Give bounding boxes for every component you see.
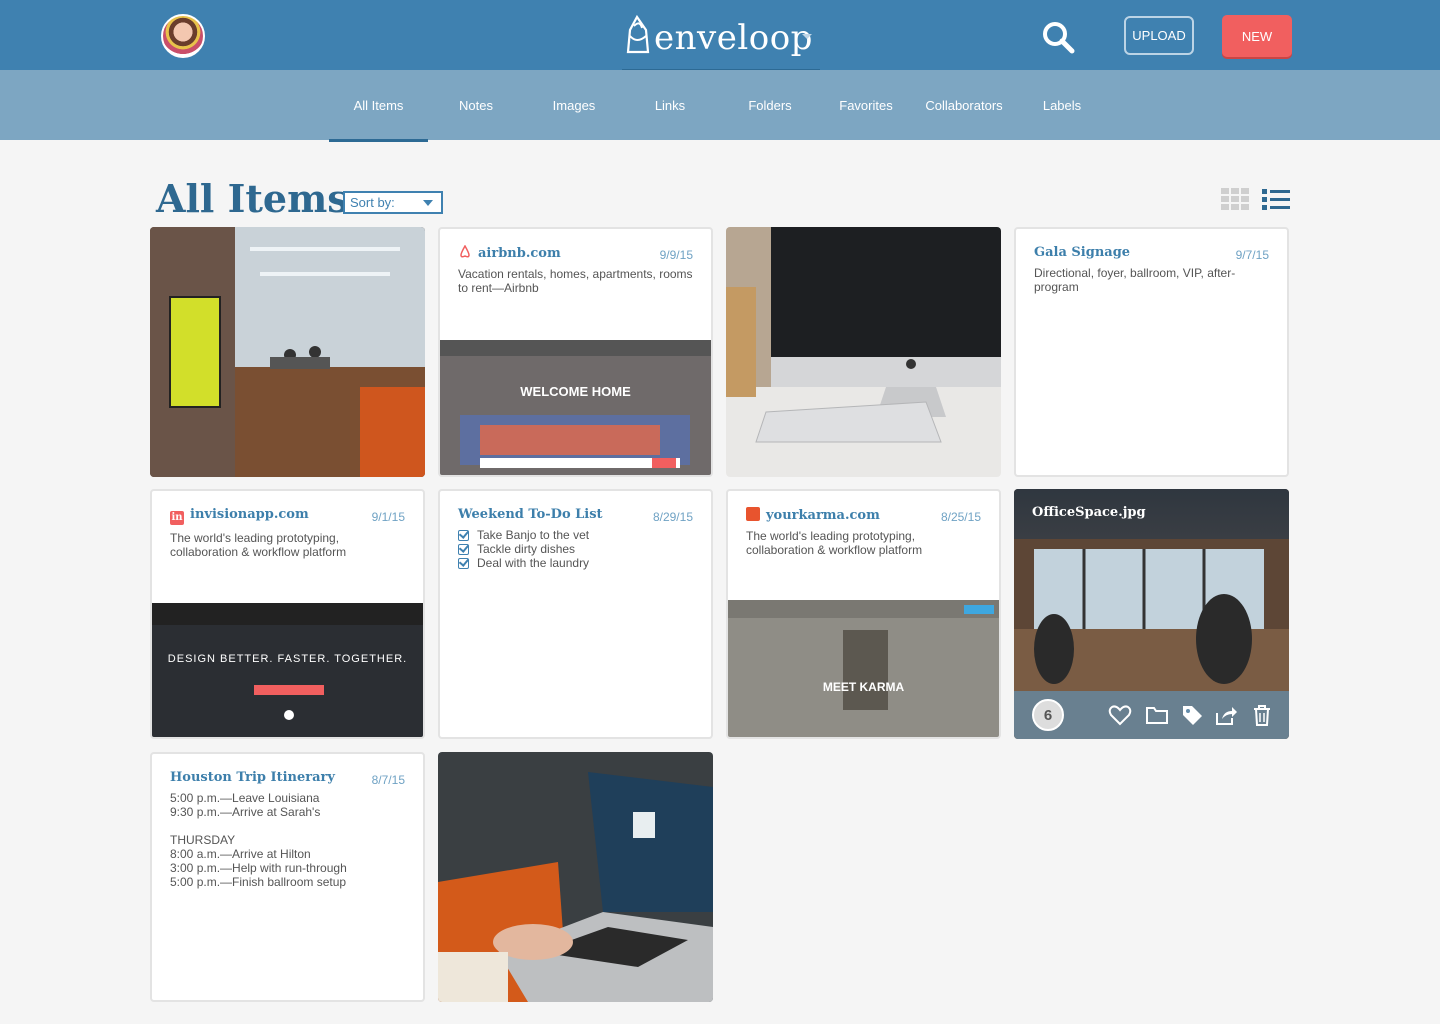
checkbox-checked-icon[interactable] [458, 557, 469, 569]
chevron-down-icon [423, 200, 433, 206]
card-description: Directional, foyer, ballroom, VIP, after… [1034, 266, 1236, 294]
card-description: Vacation rentals, homes, apartments, roo… [458, 267, 693, 295]
card-title: OfficeSpace.jpg [1032, 505, 1146, 520]
todo-text: Tackle dirty dishes [477, 542, 576, 556]
link-card-invision[interactable]: in invisionapp.com 9/1/15 The world's lea… [150, 489, 425, 739]
tag-icon[interactable] [1180, 703, 1204, 727]
envelope-logo-icon [626, 14, 650, 54]
list-view-icon[interactable] [1262, 188, 1290, 210]
nav-bar: All Items Notes Images Links Folders Fav… [0, 70, 1440, 142]
grid-view-icon[interactable] [1221, 188, 1249, 210]
card-title: Gala Signage [1034, 245, 1131, 260]
airbnb-icon [460, 245, 470, 258]
image-card-imac[interactable] [726, 227, 1001, 477]
image-card-office[interactable] [150, 227, 425, 477]
todo-item[interactable]: Tackle dirty dishes [458, 542, 693, 556]
collaborator-count-badge[interactable]: 6 [1032, 699, 1064, 731]
tab-folders[interactable]: Folders [730, 70, 810, 140]
tab-all-items[interactable]: All Items [329, 70, 428, 142]
card-title: airbnb.com [478, 246, 561, 261]
page-title: All Items [156, 176, 349, 221]
logo[interactable]: enveloop [622, 12, 820, 72]
trash-icon[interactable] [1250, 703, 1274, 727]
link-card-karma[interactable]: yourkarma.com 8/25/15 The world's leadin… [726, 489, 1001, 739]
karma-icon [746, 507, 760, 521]
card-date: 8/25/15 [940, 510, 981, 524]
todo-item[interactable]: Take Banjo to the vet [458, 528, 693, 542]
card-title: yourkarma.com [766, 508, 880, 523]
card-description: The world's leading prototyping, collabo… [170, 531, 347, 559]
card-date: 8/29/15 [652, 510, 693, 524]
checkbox-checked-icon[interactable] [458, 543, 469, 555]
imac-photo [726, 227, 1001, 477]
note-card-houston-itinerary[interactable]: Houston Trip Itinerary 8/7/15 5:00 p.m.—… [150, 752, 425, 1002]
user-avatar[interactable] [161, 14, 205, 58]
itinerary-text: 5:00 p.m.—Leave Louisiana 9:30 p.m.—Arri… [170, 791, 405, 889]
chevron-down-icon[interactable] [802, 34, 812, 39]
card-date: 8/7/15 [371, 773, 405, 787]
tab-links[interactable]: Links [630, 70, 710, 140]
upload-button[interactable]: UPLOAD [1124, 16, 1194, 55]
card-title: invisionapp.com [190, 507, 309, 522]
note-card-gala-signage[interactable]: Gala Signage 9/7/15 Directional, foyer, … [1014, 227, 1289, 477]
sort-label: Sort by: [350, 195, 395, 210]
image-card-officespace[interactable]: OfficeSpace.jpg 6 [1014, 489, 1289, 739]
tab-labels[interactable]: Labels [1022, 70, 1102, 140]
search-icon[interactable] [1040, 19, 1076, 55]
office-photo [150, 227, 425, 477]
itinerary-line: 8:00 a.m.—Arrive at Hilton [170, 847, 311, 861]
link-preview: DESIGN BETTER. FASTER. TOGETHER. [152, 603, 423, 737]
tab-favorites[interactable]: Favorites [826, 70, 906, 140]
note-card-weekend-todo[interactable]: Weekend To-Do List 8/29/15 Take Banjo to… [438, 489, 713, 739]
invision-icon: in [170, 511, 184, 525]
itinerary-line: 5:00 p.m.—Leave Louisiana [170, 791, 320, 805]
link-preview: WELCOME HOME [440, 340, 711, 475]
laptop-photo [438, 752, 713, 1002]
todo-item[interactable]: Deal with the laundry [458, 556, 693, 570]
card-title: Houston Trip Itinerary [170, 770, 335, 785]
logo-text: enveloop [654, 18, 813, 58]
new-button[interactable]: NEW [1222, 15, 1292, 57]
card-action-bar: 6 [1014, 691, 1289, 739]
preview-headline: DESIGN BETTER. FASTER. TOGETHER. [167, 653, 408, 665]
itinerary-line: 5:00 p.m.—Finish ballroom setup [170, 875, 347, 889]
todo-list: Take Banjo to the vet Tackle dirty dishe… [458, 528, 693, 570]
card-date: 9/9/15 [659, 248, 693, 262]
itinerary-line: 3:00 p.m.—Help with run-through [170, 861, 347, 875]
itinerary-line: THURSDAY [170, 833, 236, 847]
tab-collaborators[interactable]: Collaborators [918, 70, 1010, 140]
folder-icon[interactable] [1145, 703, 1169, 727]
heart-icon[interactable] [1108, 703, 1132, 727]
image-card-laptop[interactable] [438, 752, 713, 1002]
itinerary-gap [170, 819, 405, 833]
todo-text: Take Banjo to the vet [477, 528, 590, 542]
share-icon[interactable] [1214, 703, 1238, 727]
link-card-airbnb[interactable]: airbnb.com 9/9/15 Vacation rentals, home… [438, 227, 713, 477]
preview-headline: MEET KARMA [822, 680, 905, 694]
link-preview: MEET KARMA [728, 600, 999, 737]
todo-text: Deal with the laundry [477, 556, 590, 570]
card-description: The world's leading prototyping, collabo… [746, 529, 923, 557]
tab-images[interactable]: Images [534, 70, 614, 140]
tab-notes[interactable]: Notes [436, 70, 516, 140]
card-date: 9/7/15 [1235, 248, 1269, 262]
itinerary-line: 9:30 p.m.—Arrive at Sarah's [170, 805, 321, 819]
top-bar: enveloop UPLOAD NEW [0, 0, 1440, 72]
card-date: 9/1/15 [371, 510, 405, 524]
preview-headline: WELCOME HOME [520, 384, 631, 399]
checkbox-checked-icon[interactable] [458, 529, 469, 541]
sort-dropdown[interactable]: Sort by: [343, 191, 443, 214]
